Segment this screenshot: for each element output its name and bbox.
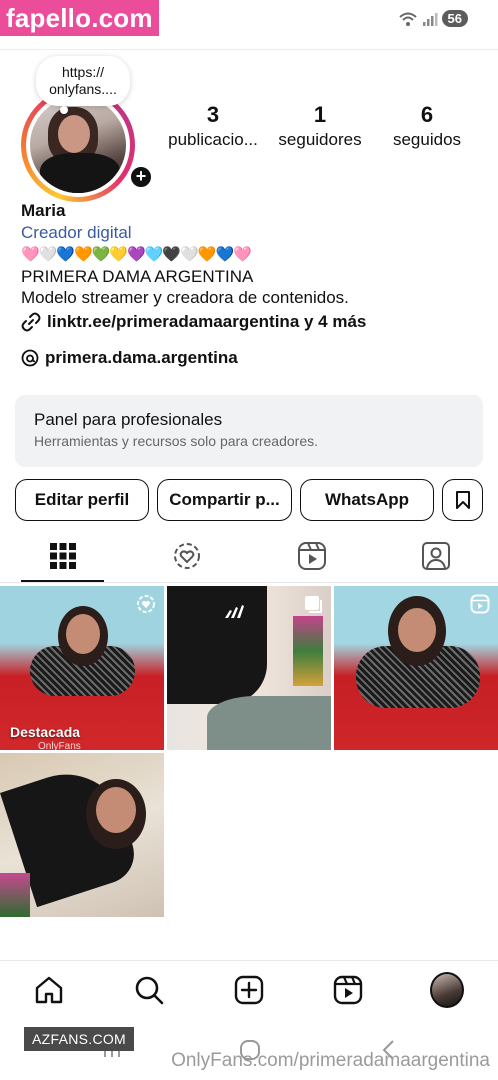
profile-tabs (0, 530, 498, 582)
profile-bio: Maria Creador digital 🩷🤍💙🧡💚💛💜🩵🖤🤍🧡💙🩷 PRIM… (21, 200, 481, 370)
watermark-top: fapello.com (0, 0, 159, 36)
watermark-bottom-right: OnlyFans.com/primeradamaargentina (171, 1050, 490, 1071)
signal-icon (422, 12, 438, 26)
link-icon (21, 312, 41, 332)
multi-photo-icon (303, 594, 323, 614)
post-tile[interactable]: Destacada OnlyFans (0, 586, 164, 750)
profile-category: Creador digital (21, 223, 132, 242)
header-divider (0, 49, 498, 50)
logo-icon (225, 605, 244, 618)
pinned-label: Destacada (10, 724, 81, 740)
create-icon (234, 975, 264, 1005)
tab-tagged[interactable] (394, 530, 477, 582)
bio-emojis: 🩷🤍💙🧡💚💛💜🩵🖤🤍🧡💙🩷 (21, 246, 252, 263)
profile-actions: Editar perfil Compartir p... WhatsApp (15, 479, 483, 521)
profile-stats: 3 publicacio... 1 seguidores 6 seguidos (160, 102, 480, 152)
threads-icon (21, 349, 39, 367)
reel-icon (470, 594, 490, 614)
tab-posts[interactable] (21, 530, 104, 582)
wifi-icon (398, 12, 417, 26)
profile-note[interactable]: https:// onlyfans.... (36, 56, 130, 106)
post-tile[interactable] (334, 586, 498, 750)
watermark-bottom-left: AZFANS.COM (24, 1027, 135, 1051)
tab-collabs[interactable] (145, 530, 228, 582)
onlyfans-tag: OnlyFans (38, 741, 81, 750)
avatar-photo (30, 97, 126, 193)
bio-line-2: Modelo streamer y creadora de contenidos… (21, 288, 349, 307)
status-bar: fapello.com 56 (0, 0, 498, 40)
tagged-icon (421, 542, 450, 570)
reels-icon (333, 975, 363, 1005)
share-profile-button[interactable]: Compartir p... (157, 479, 292, 521)
home-icon (35, 976, 63, 1004)
bio-line-1: PRIMERA DAMA ARGENTINA (21, 267, 254, 286)
professional-dashboard[interactable]: Panel para profesionales Herramientas y … (15, 395, 483, 467)
profile-name: Maria (21, 201, 66, 220)
bottom-navigation (0, 960, 498, 1020)
nav-create[interactable] (232, 973, 266, 1007)
tab-reels[interactable] (270, 530, 353, 582)
whatsapp-button[interactable]: WhatsApp (300, 479, 434, 521)
threads-link[interactable]: primera.dama.argentina (21, 346, 481, 370)
stat-followers[interactable]: 1 seguidores (267, 102, 373, 152)
edit-profile-button[interactable]: Editar perfil (15, 479, 149, 521)
nav-reels[interactable] (331, 973, 365, 1007)
post-tile[interactable] (0, 753, 164, 917)
stat-posts[interactable]: 3 publicacio... (160, 102, 266, 152)
collab-icon (173, 543, 200, 569)
reels-icon (297, 542, 326, 570)
battery-icon: 56 (441, 10, 468, 27)
stat-following[interactable]: 6 seguidos (374, 102, 480, 152)
add-story-icon[interactable]: + (128, 164, 154, 190)
post-tile[interactable] (167, 586, 331, 750)
status-icons: 56 (398, 10, 468, 27)
saved-button[interactable] (442, 479, 483, 521)
pinned-icon (136, 594, 156, 614)
search-icon (135, 976, 164, 1005)
bookmark-icon (455, 491, 470, 509)
nav-profile[interactable] (430, 972, 464, 1008)
nav-home[interactable] (32, 973, 66, 1007)
nav-search[interactable] (132, 973, 166, 1007)
grid-icon (49, 543, 76, 569)
profile-avatar (430, 972, 464, 1008)
bio-link[interactable]: linktr.ee/primeradamaargentina y 4 más (21, 310, 481, 334)
